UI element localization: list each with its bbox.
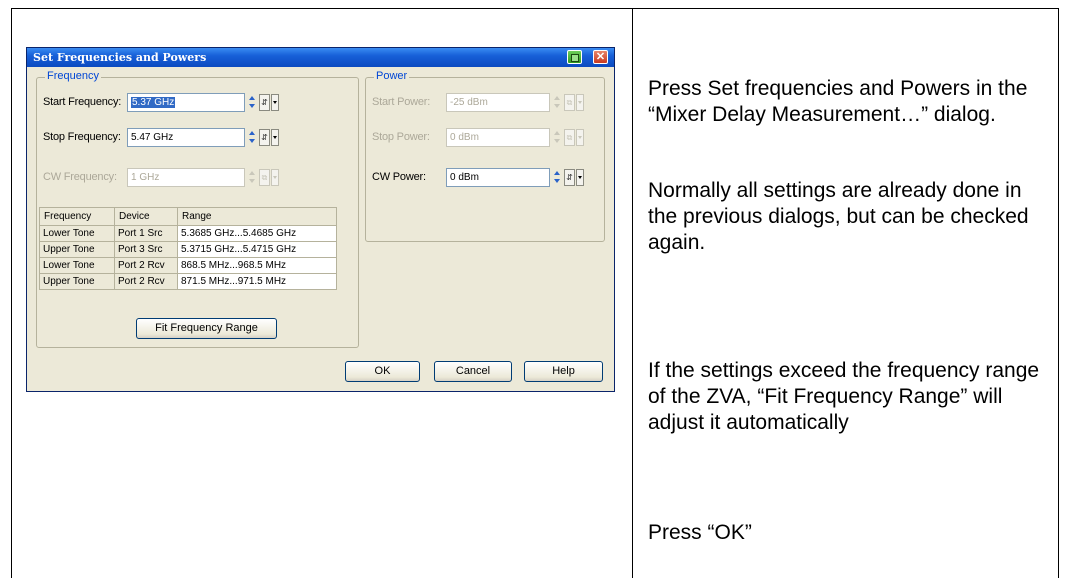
table-cell: Port 1 Src bbox=[114, 225, 178, 242]
frequency-range-table: Frequency Device Range Lower Tone Port 1… bbox=[39, 207, 337, 290]
instruction-paragraph-2: Normally all settings are already done i… bbox=[648, 179, 1029, 254]
start-power-step-icon[interactable]: ⧉ bbox=[564, 94, 575, 111]
stop-power-field[interactable]: 0 dBm bbox=[446, 128, 550, 147]
table-cell: 871.5 MHz...971.5 MHz bbox=[177, 273, 337, 290]
table-header: Device bbox=[114, 207, 178, 226]
table-cell: Lower Tone bbox=[39, 225, 115, 242]
frequency-group-label: Frequency bbox=[45, 70, 101, 82]
cw-power-spinner[interactable] bbox=[553, 168, 562, 187]
instruction-paragraph-3: If the settings exceed the frequency ran… bbox=[648, 359, 1040, 434]
cw-power-label: CW Power: bbox=[372, 171, 426, 183]
window-option-icon[interactable] bbox=[567, 50, 582, 64]
start-frequency-field[interactable]: 5.37 GHz bbox=[127, 93, 245, 112]
table-row: Upper Tone Port 3 Src 5.3715 GHz...5.471… bbox=[39, 241, 337, 258]
stop-power-step-icon[interactable]: ⧉ bbox=[564, 129, 575, 146]
table-header: Frequency bbox=[39, 207, 115, 226]
fit-frequency-range-button[interactable]: Fit Frequency Range bbox=[136, 318, 277, 339]
cw-frequency-spinner[interactable] bbox=[248, 168, 257, 187]
table-cell: Upper Tone bbox=[39, 273, 115, 290]
table-cell: 868.5 MHz...968.5 MHz bbox=[177, 257, 337, 274]
start-frequency-dropdown[interactable] bbox=[271, 94, 279, 111]
stop-frequency-field[interactable]: 5.47 GHz bbox=[127, 128, 245, 147]
stop-frequency-spinner[interactable] bbox=[248, 128, 257, 147]
start-power-field[interactable]: -25 dBm bbox=[446, 93, 550, 112]
dialog-titlebar: Set Frequencies and Powers ✕ bbox=[27, 48, 614, 67]
cw-power-dropdown[interactable] bbox=[576, 169, 584, 186]
table-row: Lower Tone Port 1 Src 5.3685 GHz...5.468… bbox=[39, 225, 337, 242]
instruction-paragraph-1: Press Set frequencies and Powers in the … bbox=[648, 77, 1028, 126]
table-cell: Port 3 Src bbox=[114, 241, 178, 258]
table-cell: Port 2 Rcv bbox=[114, 257, 178, 274]
cw-frequency-field[interactable]: 1 GHz bbox=[127, 168, 245, 187]
table-row: Lower Tone Port 2 Rcv 868.5 MHz...968.5 … bbox=[39, 257, 337, 274]
power-group: Power Start Power: -25 dBm ⧉ Stop Power:… bbox=[365, 70, 605, 242]
start-frequency-label: Start Frequency: bbox=[43, 96, 122, 108]
cw-frequency-dropdown[interactable] bbox=[271, 169, 279, 186]
stop-power-label: Stop Power: bbox=[372, 131, 430, 143]
start-power-label: Start Power: bbox=[372, 96, 431, 108]
start-power-dropdown[interactable] bbox=[576, 94, 584, 111]
cw-frequency-label: CW Frequency: bbox=[43, 171, 117, 183]
stop-frequency-dropdown[interactable] bbox=[271, 129, 279, 146]
stop-power-spinner[interactable] bbox=[553, 128, 562, 147]
table-divider bbox=[632, 8, 633, 578]
table-cell: 5.3685 GHz...5.4685 GHz bbox=[177, 225, 337, 242]
table-cell: Upper Tone bbox=[39, 241, 115, 258]
start-frequency-spinner[interactable] bbox=[248, 93, 257, 112]
close-button[interactable]: ✕ bbox=[593, 50, 608, 64]
cw-power-step-icon[interactable]: ⇵ bbox=[564, 169, 575, 186]
table-row: Upper Tone Port 2 Rcv 871.5 MHz...971.5 … bbox=[39, 273, 337, 290]
table-cell: 5.3715 GHz...5.4715 GHz bbox=[177, 241, 337, 258]
ok-button[interactable]: OK bbox=[345, 361, 420, 382]
stop-frequency-step-icon[interactable]: ⇵ bbox=[259, 129, 270, 146]
table-header: Range bbox=[177, 207, 337, 226]
dialog-title: Set Frequencies and Powers bbox=[33, 51, 207, 64]
table-cell: Lower Tone bbox=[39, 257, 115, 274]
cw-power-field[interactable]: 0 dBm bbox=[446, 168, 550, 187]
instruction-paragraph-4: Press “OK” bbox=[648, 521, 752, 544]
cancel-button[interactable]: Cancel bbox=[434, 361, 512, 382]
stop-frequency-label: Stop Frequency: bbox=[43, 131, 121, 143]
help-button[interactable]: Help bbox=[524, 361, 603, 382]
table-cell: Port 2 Rcv bbox=[114, 273, 178, 290]
power-group-label: Power bbox=[374, 70, 410, 82]
cw-frequency-step-icon[interactable]: ⧉ bbox=[259, 169, 270, 186]
start-power-spinner[interactable] bbox=[553, 93, 562, 112]
set-frequencies-dialog: Set Frequencies and Powers ✕ Frequency S… bbox=[26, 47, 615, 392]
start-frequency-step-icon[interactable]: ⇵ bbox=[259, 94, 270, 111]
stop-power-dropdown[interactable] bbox=[576, 129, 584, 146]
